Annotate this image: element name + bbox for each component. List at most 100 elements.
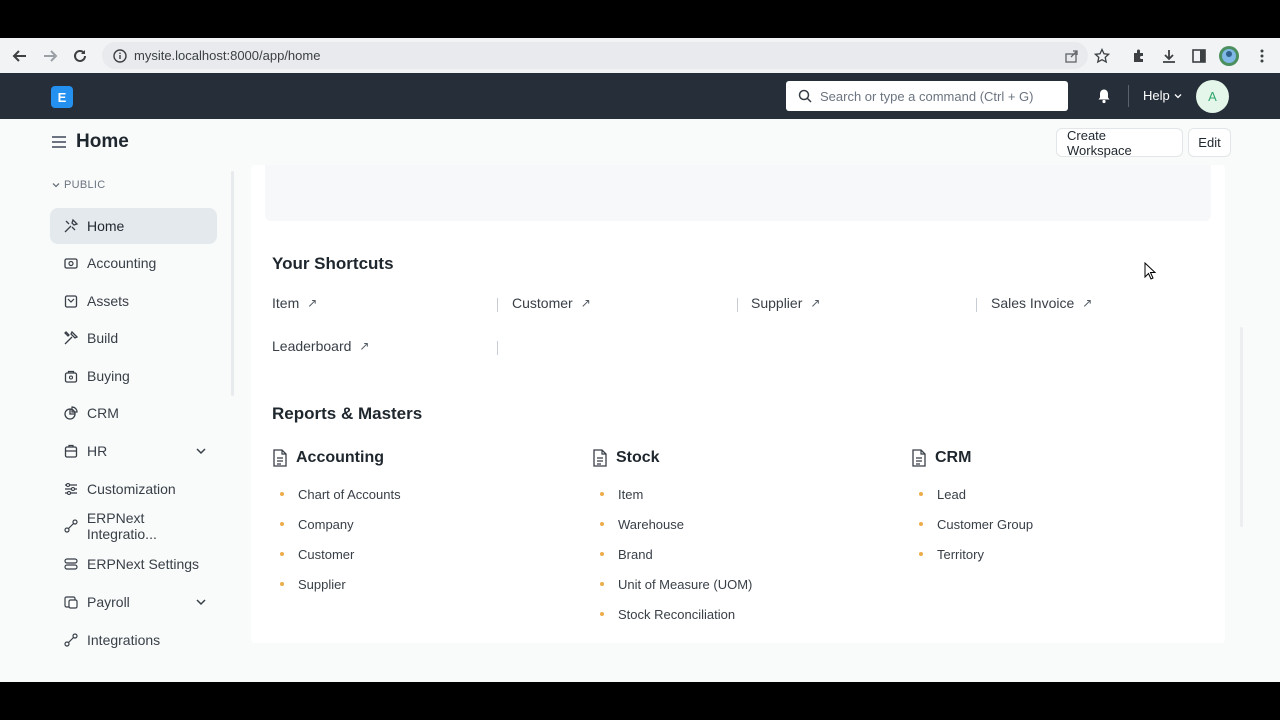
card-heading-label: CRM bbox=[935, 449, 972, 466]
help-label: Help bbox=[1143, 88, 1170, 103]
create-workspace-button[interactable]: Create Workspace bbox=[1056, 128, 1183, 158]
sidebar-item-label: HR bbox=[87, 443, 108, 459]
shortcut-supplier[interactable]: Supplier ↗ bbox=[751, 295, 820, 311]
reload-icon[interactable] bbox=[68, 44, 92, 68]
sidebar-item-payroll[interactable]: Payroll bbox=[50, 584, 217, 620]
address-bar[interactable]: mysite.localhost:8000/app/home bbox=[102, 42, 1088, 69]
sidebar-item-accounting[interactable]: Accounting bbox=[50, 245, 217, 281]
download-icon[interactable] bbox=[1157, 44, 1181, 68]
sidebar-item-crm[interactable]: CRM bbox=[50, 395, 217, 431]
shortcut-sales-invoice[interactable]: Sales Invoice ↗ bbox=[991, 295, 1092, 311]
sidebar-item-hr[interactable]: HR bbox=[50, 433, 217, 469]
link-item[interactable]: Lead bbox=[911, 479, 1211, 509]
build-icon bbox=[62, 329, 80, 347]
shortcut-label: Sales Invoice bbox=[991, 295, 1075, 311]
crm-icon bbox=[62, 404, 80, 422]
shortcut-label: Customer bbox=[512, 295, 573, 311]
shortcut-customer[interactable]: Customer ↗ bbox=[512, 295, 591, 311]
notification-bell-icon[interactable] bbox=[1097, 88, 1113, 104]
browser-menu-icon[interactable] bbox=[1250, 44, 1274, 68]
link-label: Territory bbox=[937, 546, 984, 562]
link-label: Customer Group bbox=[937, 516, 1034, 532]
sidebar-item-erpnext-integrations[interactable]: ERPNext Integratio... bbox=[50, 508, 217, 544]
assets-icon bbox=[62, 292, 80, 310]
help-dropdown[interactable]: Help bbox=[1143, 88, 1182, 103]
mouse-cursor-icon bbox=[1144, 261, 1157, 285]
document-icon bbox=[273, 449, 287, 467]
hr-icon bbox=[62, 442, 80, 460]
link-item[interactable]: Customer Group bbox=[911, 509, 1211, 539]
link-label: Customer bbox=[298, 546, 355, 562]
page-scrollbar[interactable] bbox=[1240, 327, 1243, 527]
extensions-icon[interactable] bbox=[1127, 44, 1151, 68]
link-item[interactable]: Territory bbox=[911, 539, 1211, 569]
chevron-down-icon[interactable] bbox=[195, 596, 207, 608]
app-logo[interactable]: E bbox=[51, 86, 73, 108]
sidebar-item-label: Customization bbox=[87, 481, 176, 497]
search-placeholder: Search or type a command (Ctrl + G) bbox=[820, 88, 1034, 104]
shortcuts-title: Your Shortcuts bbox=[272, 254, 394, 273]
accounting-icon bbox=[62, 254, 80, 272]
bullet bbox=[280, 582, 284, 586]
chevron-down-icon[interactable] bbox=[195, 445, 207, 457]
share-icon[interactable] bbox=[1060, 44, 1084, 68]
edit-button[interactable]: Edit bbox=[1188, 128, 1231, 157]
sidebar-scrollbar[interactable] bbox=[231, 171, 234, 396]
buying-icon bbox=[62, 367, 80, 385]
site-info-icon[interactable] bbox=[112, 48, 128, 64]
sidebar-item-label: Build bbox=[87, 330, 119, 346]
card-heading-label: Stock bbox=[616, 449, 660, 466]
bullet bbox=[600, 522, 604, 526]
document-icon bbox=[593, 449, 607, 467]
tools-icon bbox=[62, 217, 80, 235]
sidebar-item-customization[interactable]: Customization bbox=[50, 471, 217, 507]
caret-down-icon bbox=[1174, 93, 1182, 98]
back-icon[interactable] bbox=[8, 44, 32, 68]
sidebar-item-label: Home bbox=[87, 218, 125, 234]
awesomebar-search-input[interactable]: Search or type a command (Ctrl + G) bbox=[786, 81, 1068, 111]
bullet bbox=[280, 522, 284, 526]
bullet bbox=[600, 582, 604, 586]
shortcut-leaderboard[interactable]: Leaderboard ↗ bbox=[272, 338, 369, 354]
page-head: Home Create Workspace Edit bbox=[0, 119, 1280, 165]
link-item[interactable]: Unit of Measure (UOM) bbox=[592, 569, 892, 599]
search-icon bbox=[798, 89, 812, 103]
sidebar-item-assets[interactable]: Assets bbox=[50, 283, 217, 319]
link-item[interactable]: Company bbox=[272, 509, 572, 539]
bookmark-star-icon[interactable] bbox=[1090, 44, 1114, 68]
bullet bbox=[600, 612, 604, 616]
shortcut-item[interactable]: Item ↗ bbox=[272, 295, 317, 311]
main-area: Home Create Workspace Edit PUBLIC Home A… bbox=[0, 119, 1280, 682]
link-item[interactable]: Chart of Accounts bbox=[272, 479, 572, 509]
forward-icon[interactable] bbox=[38, 44, 62, 68]
sidebar-item-home[interactable]: Home bbox=[50, 208, 217, 244]
sidebar-item-label: Buying bbox=[87, 368, 130, 384]
link-item[interactable]: Brand bbox=[592, 539, 892, 569]
sidebar-section-label: PUBLIC bbox=[64, 179, 106, 191]
arrow-up-right-icon: ↗ bbox=[810, 296, 821, 310]
sidebar-item-buying[interactable]: Buying bbox=[50, 358, 217, 394]
profile-icon[interactable] bbox=[1217, 44, 1241, 68]
link-item[interactable]: Warehouse bbox=[592, 509, 892, 539]
user-avatar[interactable]: A bbox=[1196, 80, 1229, 113]
link-label: Company bbox=[298, 516, 354, 532]
link-item[interactable]: Item bbox=[592, 479, 892, 509]
link-item[interactable]: Stock Reconciliation bbox=[592, 599, 892, 629]
sidebar-section-public[interactable]: PUBLIC bbox=[52, 179, 106, 191]
sidebar-toggle-icon[interactable] bbox=[52, 136, 66, 148]
side-panel-icon[interactable] bbox=[1187, 44, 1211, 68]
card-heading: Stock bbox=[592, 447, 892, 469]
app-navbar: E Search or type a command (Ctrl + G) He… bbox=[0, 73, 1280, 119]
sidebar-item-build[interactable]: Build bbox=[50, 320, 217, 356]
link-item[interactable]: Supplier bbox=[272, 569, 572, 599]
sidebar-item-label: CRM bbox=[87, 405, 119, 421]
sidebar-item-erpnext-settings[interactable]: ERPNext Settings bbox=[50, 546, 217, 582]
shortcut-divider bbox=[737, 298, 738, 312]
sidebar-item-integrations[interactable]: Integrations bbox=[50, 622, 217, 658]
link-label: Unit of Measure (UOM) bbox=[618, 576, 753, 592]
shortcut-divider bbox=[497, 298, 498, 312]
sidebar-item-label: ERPNext Integratio... bbox=[86, 510, 157, 542]
link-item[interactable]: Customer bbox=[272, 539, 572, 569]
bullet bbox=[600, 492, 604, 496]
link-label: Item bbox=[618, 486, 644, 502]
